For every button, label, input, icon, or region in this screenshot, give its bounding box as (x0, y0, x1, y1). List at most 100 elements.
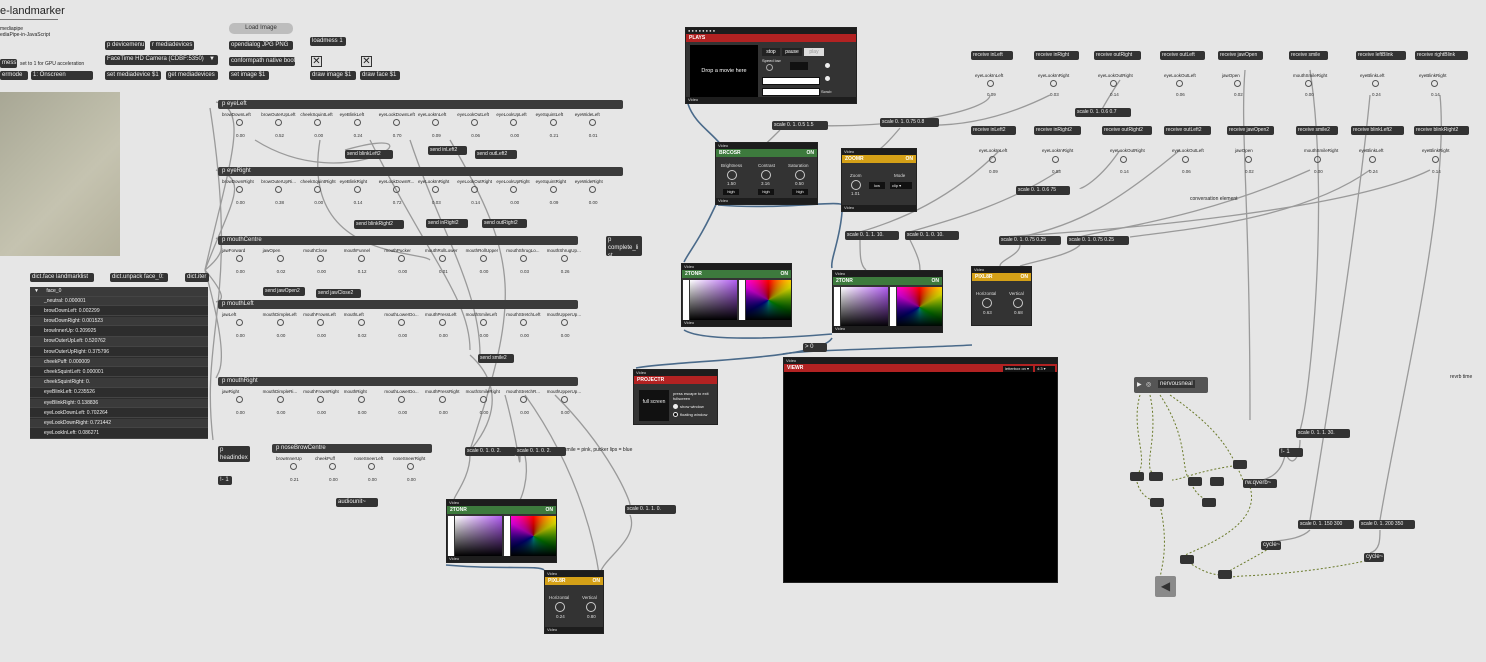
receive-object-2[interactable]: receive blinkLeft2 (1351, 126, 1404, 135)
send-object[interactable]: send inRight2 (426, 219, 468, 228)
saturation-high[interactable]: high (792, 189, 808, 195)
receive-object[interactable]: receive rightBlink (1415, 51, 1468, 60)
receive-dial-2[interactable] (1120, 156, 1127, 163)
scale-object[interactable]: scale 0. 1. 0.75 0.25 (1067, 236, 1129, 245)
receive-object[interactable]: receive outLeft (1160, 51, 1205, 60)
twotonr-module-2[interactable]: Video 2TONR ON Video (832, 270, 943, 333)
receive-object-2[interactable]: receive smile2 (1296, 126, 1338, 135)
twotonr-2-slider[interactable] (834, 287, 840, 327)
dict-row[interactable]: eyeLookDownLeft: 0.702264 (30, 409, 208, 419)
opendialog[interactable]: opendialog JPG PNG (229, 41, 293, 50)
pixl8r-1-h-dial[interactable] (982, 298, 992, 308)
param-dial[interactable] (549, 119, 557, 126)
small-object[interactable] (1188, 477, 1202, 486)
p-devicemenu[interactable]: p devicemenu (105, 41, 145, 50)
draw-image[interactable]: draw image $1 (310, 71, 356, 80)
param-dial[interactable] (479, 319, 487, 326)
fullscreen-button[interactable]: full screen (639, 390, 669, 421)
receive-dial-2[interactable] (1182, 156, 1189, 163)
param-dial[interactable] (549, 186, 557, 193)
send-object[interactable]: send inLeft2 (428, 146, 467, 155)
receive-object-2[interactable]: receive outLeft2 (1164, 126, 1212, 135)
dict-row[interactable]: eyeLookDownRight: 0.721442 (30, 418, 208, 429)
param-dial[interactable] (439, 319, 446, 326)
scale-object[interactable]: scale 0. 1. 150 300 (1298, 520, 1355, 529)
param-dial[interactable] (479, 396, 487, 403)
param-dial[interactable] (357, 396, 365, 403)
saturation-dial[interactable] (795, 170, 805, 180)
plays-module[interactable]: ● ● ● ● ● ● ● ● PLAYS Drop a movie here … (685, 27, 857, 104)
param-dial[interactable] (368, 463, 375, 470)
twotonr-1-on[interactable]: ON (781, 270, 789, 278)
dict-unpack[interactable]: dict.unpack face_0: (110, 273, 168, 282)
twotonr-3-slider2[interactable] (504, 516, 510, 556)
param-dial[interactable] (439, 396, 446, 403)
small-object[interactable] (1149, 472, 1163, 481)
scale-object[interactable]: scale 0. 1. 1. 30. (1296, 429, 1350, 438)
receive-dial-2[interactable] (1432, 156, 1439, 163)
speaker-icon[interactable]: ◀ (1155, 576, 1176, 597)
receive-object-2[interactable]: receive blinkRight2 (1414, 126, 1470, 135)
param-dial[interactable] (276, 319, 284, 326)
receive-dial-2[interactable] (1052, 156, 1059, 163)
pixl8r-1-on[interactable]: ON (1021, 273, 1029, 281)
brightness-high[interactable]: high (723, 189, 739, 195)
receive-object-2[interactable]: receive outRight2 (1102, 126, 1152, 135)
twotonr-3-sat[interactable] (455, 516, 502, 556)
dict-row[interactable]: _neutral: 0.000001 (30, 296, 208, 306)
small-object[interactable] (1130, 472, 1144, 481)
send-object[interactable]: send jawOpen2 (263, 287, 305, 296)
scale-object[interactable]: scale 0. 1. 0.6 75 (1016, 186, 1070, 195)
aspect-menu[interactable]: letterbox on ▾ (1003, 366, 1033, 372)
twotonr-2-slider2[interactable] (890, 287, 896, 327)
param-dial[interactable] (588, 119, 596, 126)
param-dial[interactable] (357, 255, 365, 262)
dict-row[interactable]: cheekSquintLeft: 0.000001 (30, 368, 208, 378)
dict-iter[interactable]: dict.iter (185, 273, 209, 282)
brcosr-on[interactable]: ON (807, 149, 815, 157)
dict-row[interactable]: cheekSquintRight: 0. (30, 378, 208, 388)
param-dial[interactable] (479, 255, 487, 262)
dict-row[interactable]: eyeBlinkLeft: 0.235526 (30, 388, 208, 398)
param-dial[interactable] (432, 119, 439, 126)
bang-button-1[interactable]: ✕ (311, 56, 322, 67)
subpatch-mouthLeft[interactable]: p mouthLeft (218, 300, 578, 309)
pixl8r-2-h-dial[interactable] (555, 602, 565, 612)
stop-button[interactable]: stop (762, 48, 780, 56)
contrast-high[interactable]: high (758, 189, 774, 195)
dict-face[interactable]: dict.face landmarklist (30, 273, 94, 282)
twotonr-3-hue[interactable] (511, 516, 556, 556)
scale-object[interactable]: scale 0. 1. 0.6 0.7 (1075, 108, 1132, 117)
twotonr-2-hue[interactable] (897, 287, 942, 327)
twotonr-2-sat[interactable] (841, 287, 888, 327)
dict-row[interactable]: cheekPuff: 0.000009 (30, 357, 208, 368)
param-dial[interactable] (588, 186, 596, 193)
receive-dial[interactable] (1110, 80, 1117, 87)
contrast-dial[interactable] (761, 170, 771, 180)
twotonr-1-hue[interactable] (746, 280, 791, 320)
set-mediadevice[interactable]: set mediadevice $1 (105, 71, 161, 80)
zoom-low[interactable]: low (869, 182, 885, 189)
param-dial[interactable] (236, 119, 243, 126)
record-icon[interactable] (825, 63, 830, 68)
p-headindex[interactable]: p headindex (218, 446, 250, 462)
param-dial[interactable] (236, 396, 243, 403)
floating-window-radio[interactable] (673, 412, 678, 417)
param-dial[interactable] (560, 255, 568, 262)
get-mediadevices[interactable]: get mediadevices (166, 71, 218, 80)
param-dial[interactable] (276, 255, 284, 262)
send-object[interactable]: send outRight2 (482, 219, 527, 228)
position-slider[interactable] (762, 77, 820, 85)
receive-dial[interactable] (1372, 80, 1379, 87)
dict-row[interactable]: browOuterUpRight: 0.375796 (30, 348, 208, 357)
loop-icon[interactable] (825, 76, 830, 81)
param-dial[interactable] (407, 463, 414, 470)
zoom-dial[interactable] (851, 180, 861, 190)
scale-object[interactable]: scale 0. 1. 0.75 0.25 (999, 236, 1061, 245)
scrub-slider[interactable] (762, 88, 820, 96)
scale-object[interactable]: scale 0. 1. 0. 2. (465, 447, 516, 456)
receive-object[interactable]: receive inLeft (971, 51, 1013, 60)
send-object[interactable]: send jawClose2 (316, 289, 361, 298)
send-object[interactable]: send smile2 (478, 354, 514, 363)
param-dial[interactable] (353, 119, 361, 126)
